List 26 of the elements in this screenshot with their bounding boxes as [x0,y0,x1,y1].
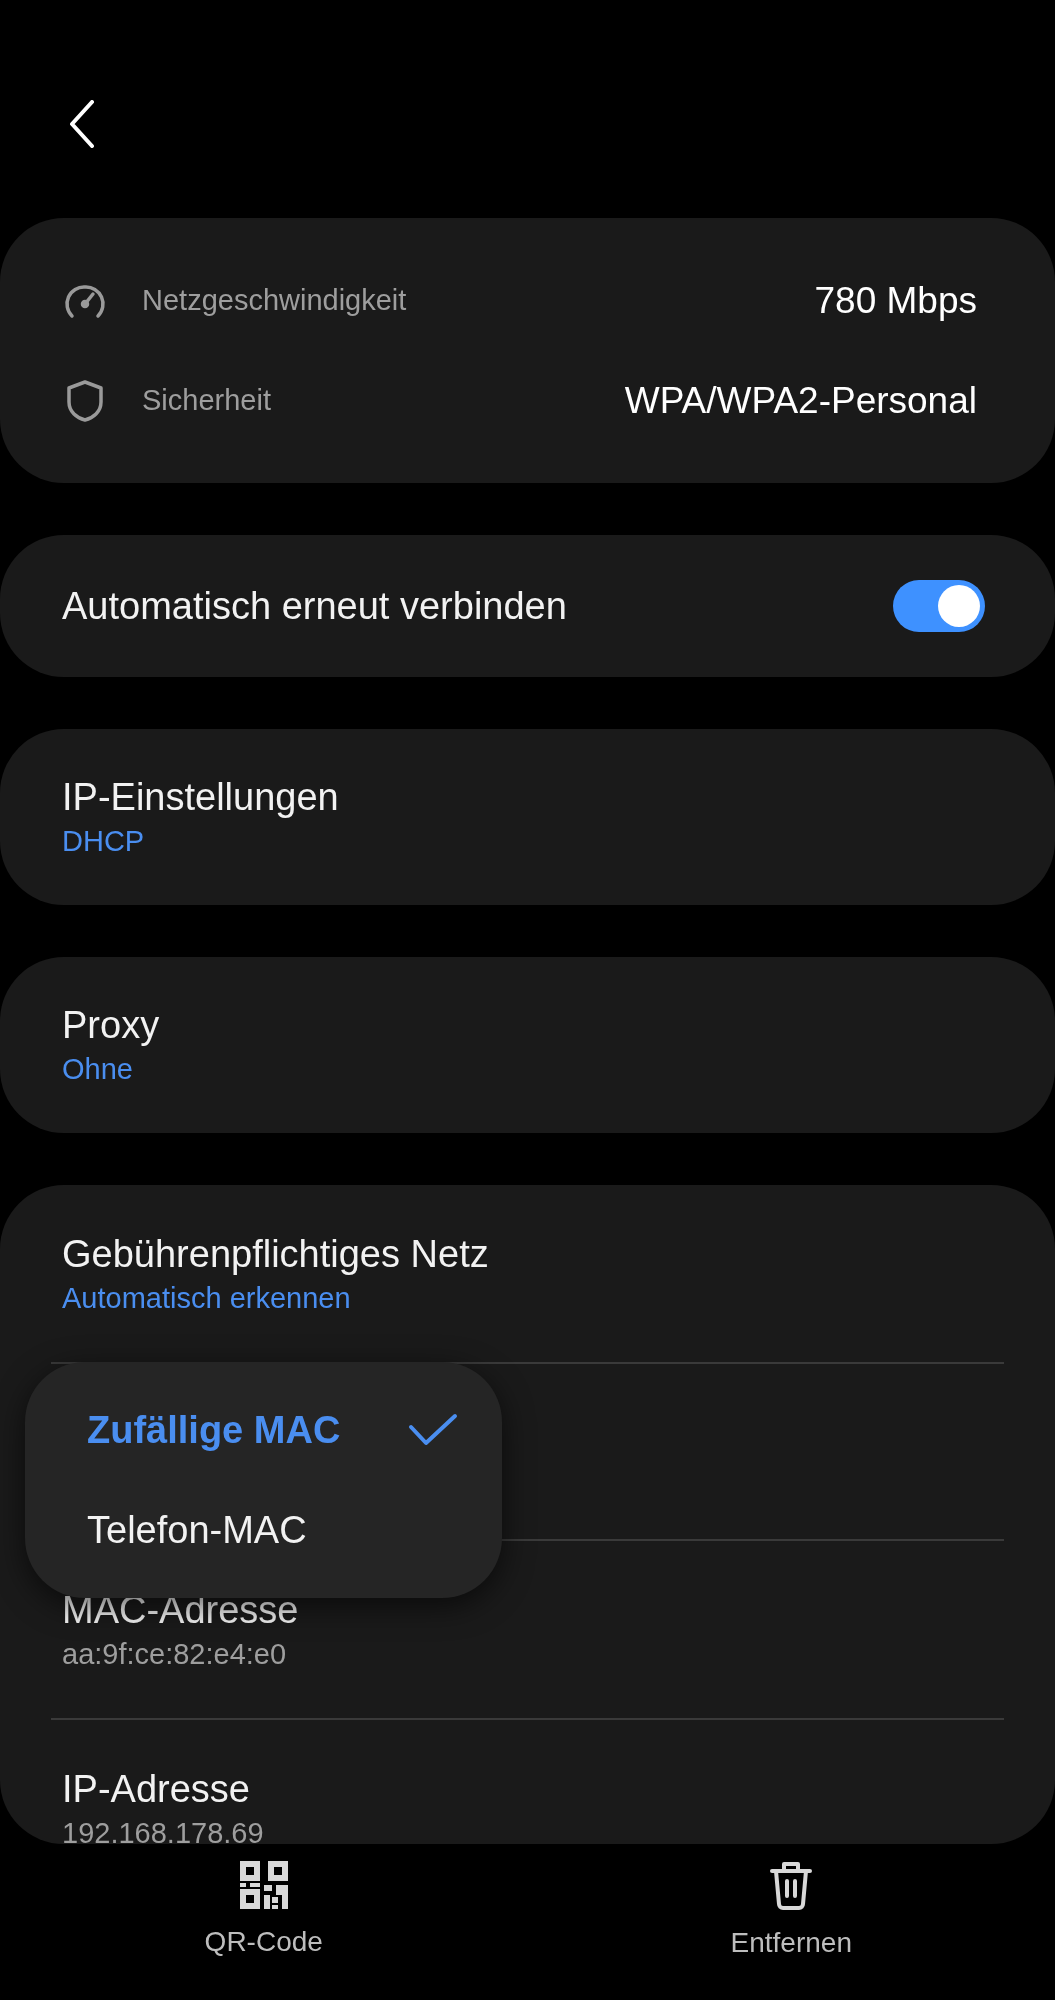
toolbar-button[interactable]: Entfernen [527,1844,1055,2000]
setting-title: IP-Adresse [62,1766,251,1812]
setting-value: DHCP [62,824,146,859]
setting-title: Automatisch erneut verbinden [62,583,567,629]
setting-value: Automatisch erkennen [62,1280,352,1316]
setting-title: Proxy [62,1003,161,1048]
setting-value: aa:9f:ce:82:e4:e0 [62,1636,288,1672]
menu-item[interactable]: Zufällige MAC [25,1380,502,1480]
setting-card[interactable]: IP-Einstellungen DHCP [0,729,1055,905]
info-value: 780 Mbps [814,278,977,323]
toolbar-button[interactable]: QR-Code [0,1844,528,2000]
setting-title: MAC-Adresse [62,1587,300,1633]
trash-icon [769,1860,814,1910]
setting-title: Gebührenpflichtiges Netz [62,1231,490,1277]
setting-value: Ohne [62,1052,134,1087]
setting-value: 192.168.178.69 [62,1815,265,1844]
menu-item[interactable]: Telefon-MAC [25,1480,502,1580]
checkmark-icon [408,1413,458,1447]
qr-code-icon [239,1861,288,1909]
info-value: WPA/WPA2-Personal [624,378,977,423]
info-label: Sicherheit [142,382,271,418]
info-label: Netzgeschwindigkeit [142,282,407,318]
setting-title: IP-Einstellungen [62,775,340,820]
toggle-switch[interactable] [893,580,985,632]
shield-icon [66,378,104,423]
setting-card[interactable]: Proxy Ohne [0,957,1055,1133]
